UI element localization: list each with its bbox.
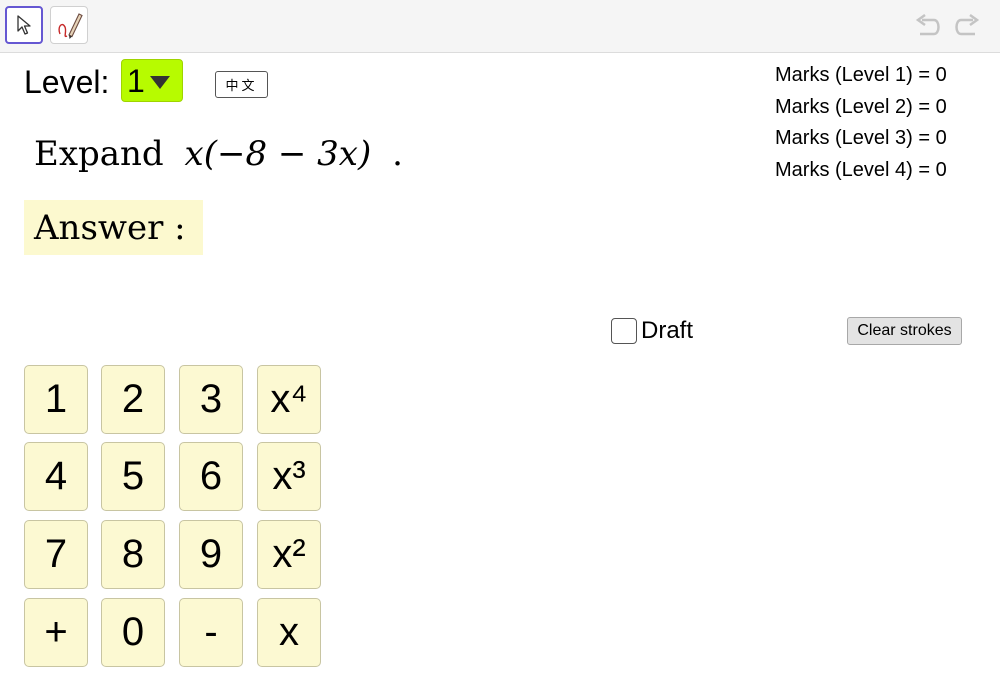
marks-level-3: Marks (Level 3) = 0 [775, 127, 947, 150]
level-label: Level: [24, 64, 110, 100]
key-6[interactable]: 6 [179, 442, 243, 511]
key-9[interactable]: 9 [179, 520, 243, 589]
draft-checkbox[interactable] [611, 318, 637, 344]
move-tool-button[interactable] [5, 6, 43, 44]
undo-button[interactable] [913, 12, 945, 42]
key-0[interactable]: 0 [101, 598, 165, 667]
key-1[interactable]: 1 [24, 365, 88, 434]
key-x4[interactable]: x⁴ [257, 365, 321, 434]
marks-panel: Marks (Level 1) = 0 Marks (Level 2) = 0 … [775, 60, 947, 186]
key-x2[interactable]: x² [257, 520, 321, 589]
redo-icon [955, 14, 980, 36]
toolbar [0, 0, 1000, 53]
language-toggle-button[interactable]: 中文 [215, 71, 268, 98]
key-minus[interactable]: - [179, 598, 243, 667]
key-4[interactable]: 4 [24, 442, 88, 511]
question-period: . [392, 134, 403, 174]
key-x3[interactable]: x³ [257, 442, 321, 511]
key-3[interactable]: 3 [179, 365, 243, 434]
redo-button[interactable] [950, 12, 982, 42]
key-7[interactable]: 7 [24, 520, 88, 589]
undo-icon [915, 14, 940, 36]
marks-level-1: Marks (Level 1) = 0 [775, 64, 947, 86]
level-dropdown[interactable]: 1 [121, 59, 183, 102]
key-2[interactable]: 2 [101, 365, 165, 434]
key-plus[interactable]: + [24, 598, 88, 667]
draft-toggle[interactable]: Draft [611, 317, 693, 345]
dropdown-arrow-icon [149, 76, 170, 89]
clear-strokes-button[interactable]: Clear strokes [847, 317, 962, 345]
answer-box[interactable]: Answer : [24, 200, 203, 255]
marks-level-2: Marks (Level 2) = 0 [775, 95, 947, 118]
marks-level-4: Marks (Level 4) = 0 [775, 158, 947, 181]
cursor-icon [17, 15, 31, 35]
pen-tool-button[interactable] [50, 6, 88, 44]
pen-icon [58, 13, 83, 39]
question-verb: Expand [34, 134, 164, 174]
question-expression: x(−8 − 3x) [184, 134, 372, 174]
answer-label: Answer : [34, 208, 186, 248]
level-value: 1 [127, 62, 145, 99]
question-text: Expand x(−8 − 3x) . [34, 134, 403, 174]
key-8[interactable]: 8 [101, 520, 165, 589]
draft-label: Draft [641, 317, 694, 344]
key-5[interactable]: 5 [101, 442, 165, 511]
key-x[interactable]: x [257, 598, 321, 667]
